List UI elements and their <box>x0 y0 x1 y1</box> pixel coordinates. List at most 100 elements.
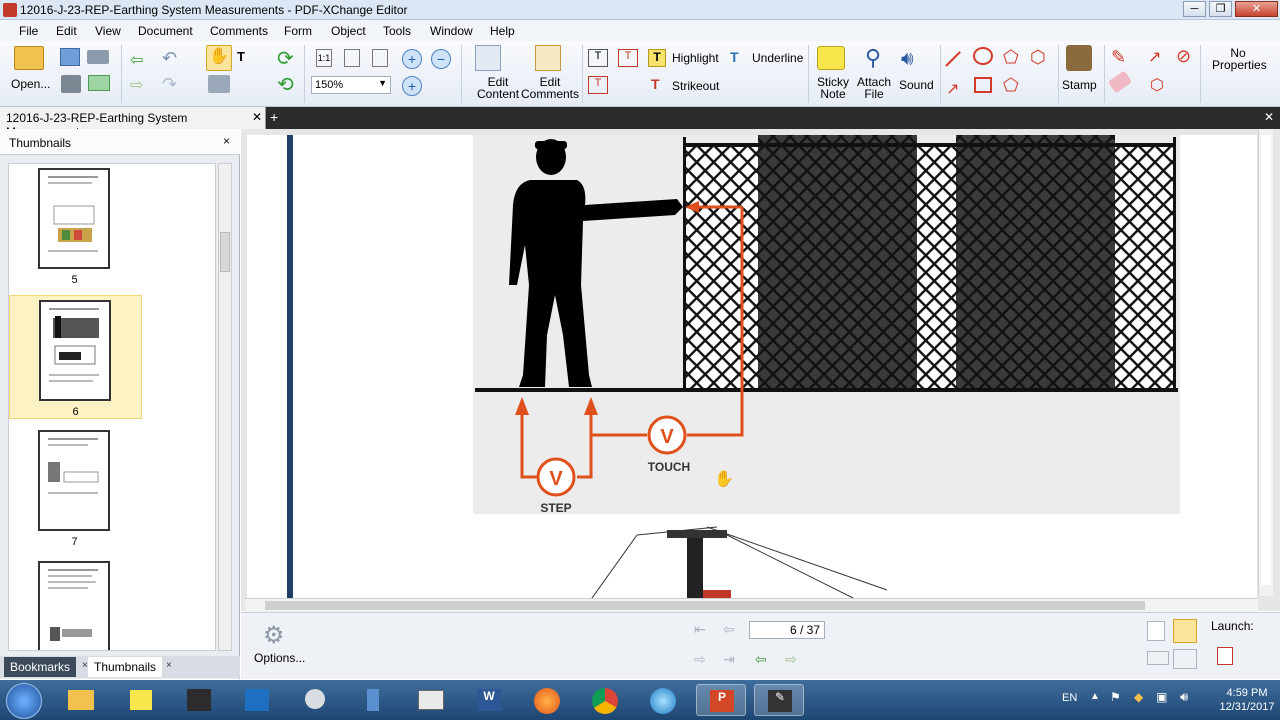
previous-view-icon[interactable]: ⇦ <box>755 651 767 668</box>
taskbar-word[interactable]: W <box>464 684 514 716</box>
rotate-clockwise-icon[interactable]: ⟳ <box>277 46 294 71</box>
snapshot-icon[interactable] <box>208 75 230 93</box>
print-icon[interactable] <box>61 75 81 93</box>
oval-tool-icon[interactable] <box>973 47 993 65</box>
select-text-icon[interactable]: T <box>237 49 245 64</box>
polygon-outline-icon[interactable]: ⬠ <box>1003 75 1019 96</box>
rotate-counterclockwise-icon[interactable]: ⟲ <box>277 72 294 97</box>
eraser-icon[interactable] <box>1107 70 1133 94</box>
vertical-scrollbar[interactable] <box>1258 129 1273 596</box>
stamp-button[interactable]: Stamp <box>1062 78 1097 92</box>
start-button[interactable] <box>6 683 42 719</box>
tab-thumbnails[interactable]: Thumbnails <box>88 657 163 677</box>
tab-bookmarks[interactable]: Bookmarks <box>4 657 77 677</box>
arrow-tool-icon[interactable]: ↗ <box>946 79 959 99</box>
menu-view[interactable]: View <box>95 24 121 38</box>
horizontal-scrollbar[interactable] <box>245 598 1258 612</box>
taskbar-app[interactable] <box>638 684 688 716</box>
actual-size-icon[interactable]: 1:1 <box>316 49 332 67</box>
attach-file-button[interactable]: Attach File <box>857 76 891 100</box>
close-thumbnails-icon[interactable]: × <box>160 657 178 677</box>
flag-icon[interactable]: ⚑ <box>1110 690 1121 704</box>
gear-icon[interactable]: ⚙ <box>263 621 285 650</box>
taskbar-search-tool[interactable] <box>290 684 340 716</box>
menu-help[interactable]: Help <box>490 24 515 38</box>
redo-icon[interactable]: ↷ <box>162 74 177 95</box>
first-page-icon[interactable]: ⇤ <box>694 621 706 638</box>
edit-comments-button[interactable]: Edit Comments <box>521 76 579 100</box>
back-icon[interactable]: ⇦ <box>130 50 143 70</box>
thumbnail-scrollbar[interactable] <box>218 163 232 651</box>
menu-window[interactable]: Window <box>430 24 473 38</box>
taskbar-sticky-notes[interactable] <box>116 684 166 716</box>
horizontal-scroll-thumb[interactable] <box>265 601 1145 610</box>
thumbnail-page-7[interactable]: 7 <box>9 426 142 550</box>
taskbar-powerpoint[interactable]: P <box>696 684 746 716</box>
scanner-icon[interactable] <box>87 50 109 64</box>
edit-content-button[interactable]: Edit Content <box>477 76 519 100</box>
taskbar-outlook[interactable] <box>232 684 282 716</box>
pdf-launch-icon[interactable] <box>1217 647 1233 665</box>
measure-perimeter-icon[interactable]: ⬡ <box>1150 75 1164 95</box>
menu-file[interactable]: File <box>19 24 38 38</box>
thumbnail-page-8[interactable] <box>9 557 142 650</box>
speaker-icon[interactable]: 🔊︎ <box>901 48 914 71</box>
menu-form[interactable]: Form <box>284 24 312 38</box>
polygon-tool-icon[interactable]: ⬡ <box>1030 47 1046 68</box>
close-document-icon[interactable]: ✕ <box>1264 110 1274 124</box>
edit-content-icon[interactable] <box>475 45 501 71</box>
close-tab-icon[interactable]: ✕ <box>252 110 262 124</box>
taskbar-snipping-tool[interactable] <box>174 684 224 716</box>
save-icon[interactable] <box>60 48 80 66</box>
measure-distance-icon[interactable]: ↗ <box>1148 47 1161 67</box>
close-window-button[interactable]: ✕ <box>1235 1 1278 17</box>
menu-document[interactable]: Document <box>138 24 193 38</box>
stamp-icon[interactable] <box>1066 45 1092 71</box>
forward-icon[interactable]: ⇨ <box>130 75 143 95</box>
zoom-select[interactable]: 150% ▼ <box>311 76 391 94</box>
zoom-tool-icon[interactable]: + <box>402 76 422 96</box>
taskbar-firefox[interactable] <box>522 684 572 716</box>
menu-edit[interactable]: Edit <box>56 24 77 38</box>
continuous-facing-icon[interactable] <box>1173 649 1197 669</box>
strikeout-button[interactable]: Strikeout <box>672 79 719 93</box>
pencil-icon[interactable]: ✎ <box>1111 47 1126 68</box>
options-button[interactable]: Options... <box>254 651 305 665</box>
minimize-button[interactable]: ─ <box>1183 1 1206 17</box>
single-page-icon[interactable] <box>1147 621 1165 641</box>
line-tool-icon[interactable] <box>945 51 961 67</box>
maximize-button[interactable]: ❐ <box>1209 1 1232 17</box>
zoom-out-icon[interactable]: − <box>431 49 451 69</box>
thumbnail-page-6[interactable]: 6 <box>9 295 142 419</box>
zoom-in-icon[interactable]: + <box>402 49 422 69</box>
menu-tools[interactable]: Tools <box>383 24 411 38</box>
menu-comments[interactable]: Comments <box>210 24 268 38</box>
sticky-note-icon[interactable] <box>817 46 845 70</box>
taskbar-pdf-xchange[interactable]: ✎ <box>754 684 804 716</box>
underline-button[interactable]: Underline <box>752 51 803 65</box>
fit-page-icon[interactable] <box>344 49 360 67</box>
system-clock[interactable]: 4:59 PM 12/31/2017 <box>1218 686 1276 714</box>
properties-button[interactable]: No Properties <box>1212 47 1267 71</box>
paperclip-icon[interactable]: ⚲ <box>865 45 881 71</box>
rectangle-tool-icon[interactable] <box>974 77 992 93</box>
taskbar-document-viewer[interactable] <box>406 684 456 716</box>
taskbar-pin-tool[interactable] <box>348 684 398 716</box>
open-folder-icon[interactable] <box>14 46 44 70</box>
network-icon[interactable]: ▣ <box>1156 690 1167 704</box>
edit-comments-icon[interactable] <box>535 45 561 71</box>
document-tab[interactable]: 12016-J-23-REP-Earthing System Measureme… <box>0 107 266 139</box>
typewriter-icon[interactable]: T <box>588 49 608 67</box>
fit-width-icon[interactable] <box>372 49 388 67</box>
taskbar-file-explorer[interactable] <box>56 684 106 716</box>
highlight-button[interactable]: Highlight <box>672 51 719 65</box>
scrollbar-thumb[interactable] <box>220 232 230 272</box>
next-page-icon[interactable]: ⇨ <box>694 651 706 668</box>
hand-tool-icon[interactable]: ✋ <box>206 45 232 71</box>
textbox-icon[interactable]: T <box>618 49 638 67</box>
next-view-icon[interactable]: ⇨ <box>785 651 797 668</box>
open-button-label[interactable]: Open... <box>11 77 50 91</box>
email-icon[interactable] <box>88 75 110 91</box>
measure-area-icon[interactable]: ⊘ <box>1176 46 1191 67</box>
new-tab-icon[interactable]: + <box>270 109 278 125</box>
